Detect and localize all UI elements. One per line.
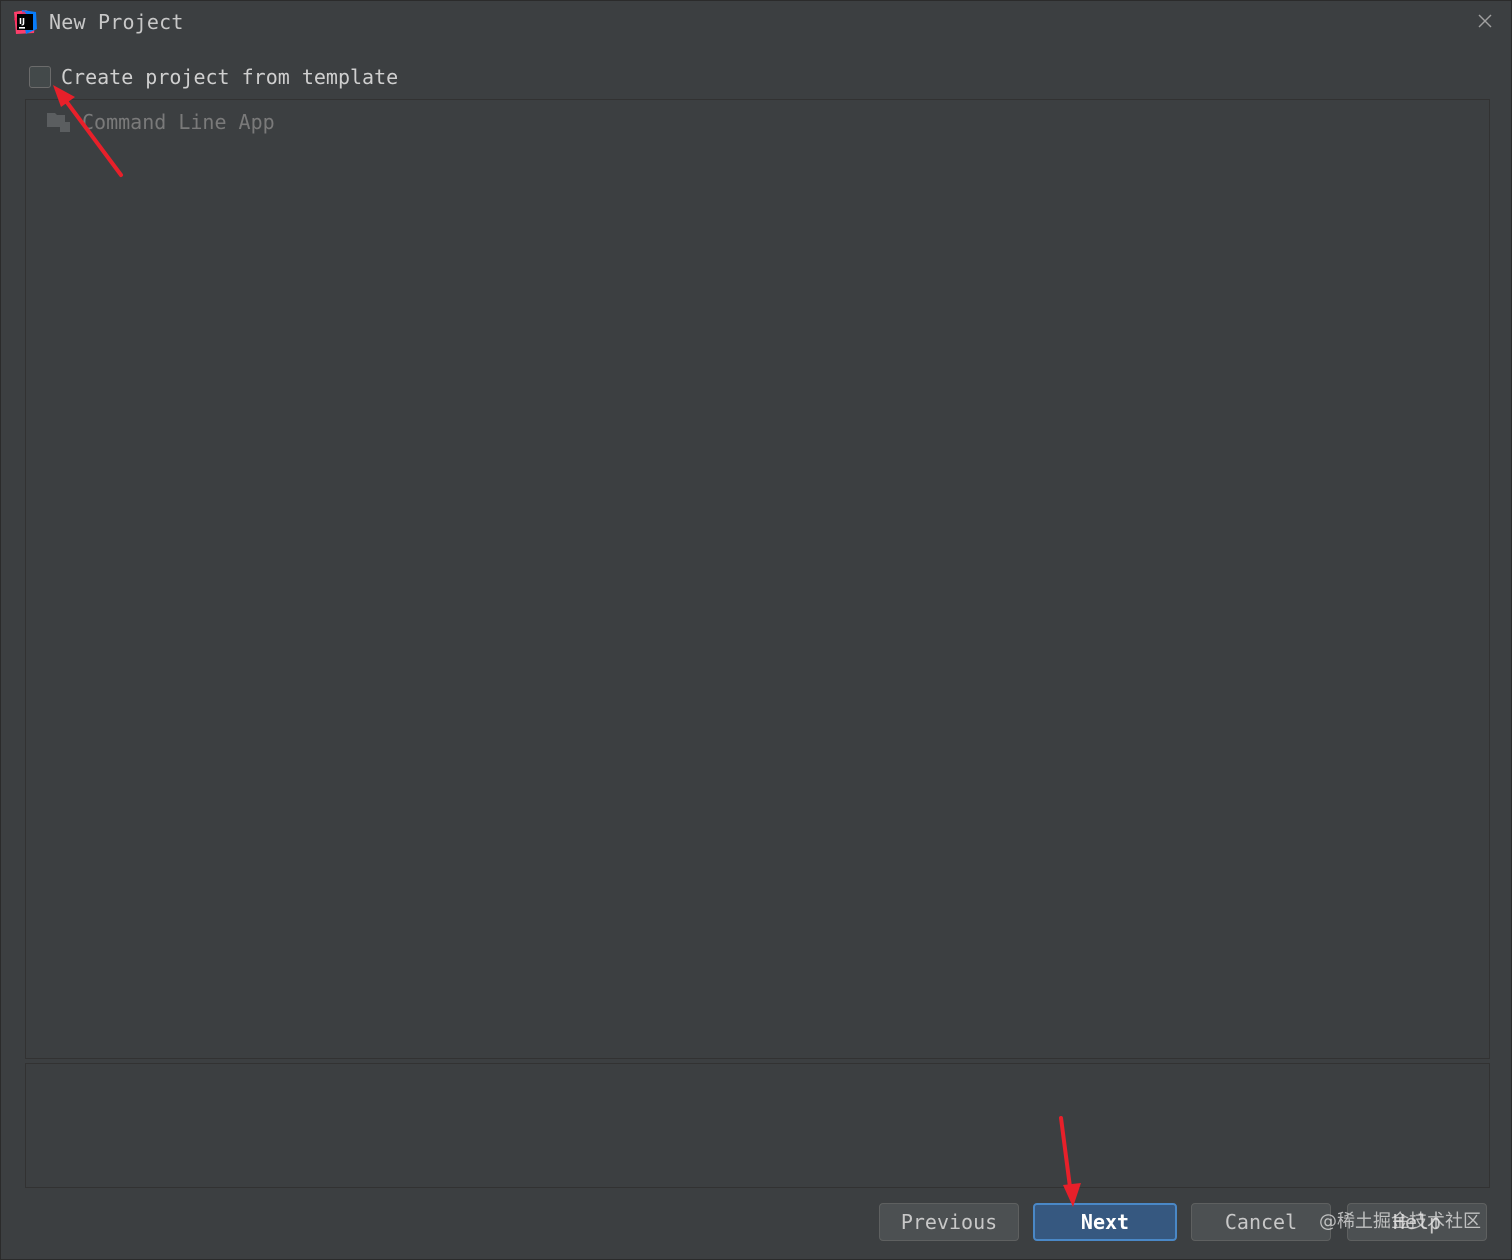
new-project-dialog: IJ New Project Create project from templ… xyxy=(0,0,1512,1260)
watermark: @稀土掘金技术社区 xyxy=(1319,1211,1481,1232)
cancel-button[interactable]: Cancel xyxy=(1191,1203,1331,1241)
close-icon[interactable] xyxy=(1471,7,1499,35)
template-description-panel xyxy=(25,1063,1490,1188)
create-from-template-label[interactable]: Create project from template xyxy=(61,65,398,89)
folder-icon xyxy=(46,110,72,134)
svg-text:IJ: IJ xyxy=(19,17,25,26)
intellij-idea-icon: IJ xyxy=(12,9,38,35)
previous-button[interactable]: Previous xyxy=(879,1203,1019,1241)
create-from-template-checkbox[interactable] xyxy=(29,66,51,88)
dialog-title: New Project xyxy=(49,10,184,34)
create-from-template-option[interactable]: Create project from template xyxy=(29,63,398,91)
title-bar: IJ New Project xyxy=(1,1,1512,45)
template-item-label: Command Line App xyxy=(82,110,275,134)
next-button[interactable]: Next xyxy=(1033,1203,1177,1241)
template-list[interactable]: Command Line App xyxy=(25,99,1490,1059)
list-item[interactable]: Command Line App xyxy=(46,108,275,136)
